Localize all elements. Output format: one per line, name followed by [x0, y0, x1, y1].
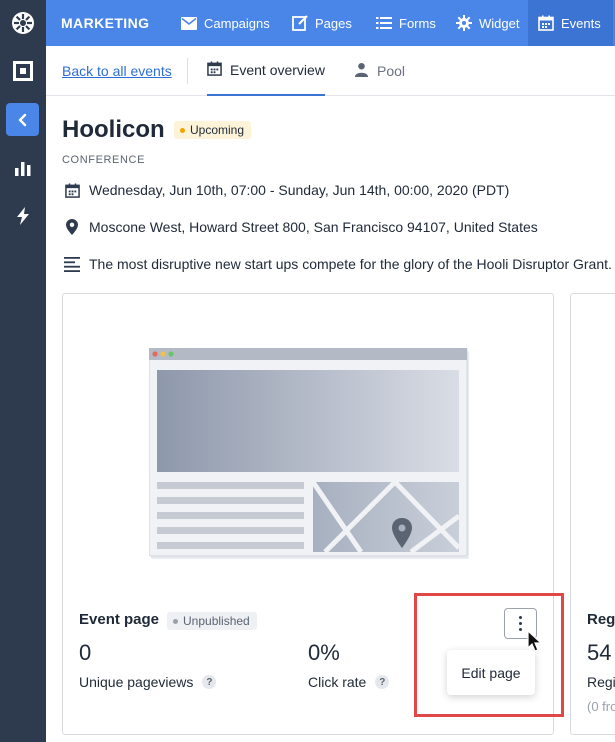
event-type-label: CONFERENCE — [62, 154, 146, 166]
subnav-divider — [187, 58, 188, 84]
sub-navigation: Back to all events Event overview Pool — [46, 46, 615, 96]
nav-campaigns[interactable]: Campaigns — [181, 0, 270, 46]
calendar-icon — [538, 15, 554, 31]
rail-dashboard-button[interactable] — [6, 54, 39, 87]
envelope-icon — [181, 15, 197, 31]
help-icon[interactable]: ? — [202, 675, 217, 689]
highlight-box — [414, 593, 564, 717]
calendar-icon — [64, 182, 80, 198]
nav-events[interactable]: Events — [528, 0, 613, 46]
registrations-title: Reg — [587, 611, 615, 628]
tab-pool[interactable]: Pool — [354, 46, 405, 96]
nav-events-label: Events — [561, 15, 601, 31]
click-rate-label: Click rate — [308, 674, 367, 690]
unique-pageviews-stat: Unique pageviews ? — [79, 674, 217, 690]
rail-back-button[interactable] — [6, 103, 39, 136]
unique-pageviews-label: Unique pageviews — [79, 674, 194, 690]
person-icon — [354, 62, 369, 80]
status-dot-icon — [180, 127, 185, 133]
event-location-row: Moscone West, Howard Street 800, San Fra… — [64, 219, 538, 235]
nav-forms-label: Forms — [399, 15, 436, 31]
nav-pages-label: Pages — [315, 15, 352, 31]
status-badge-unpublished: Unpublished — [167, 612, 257, 630]
brand-label: MARKETING — [61, 15, 150, 31]
left-rail — [0, 0, 46, 742]
registrations-card: Reg 54 Regi (0 fro — [570, 293, 615, 735]
click-rate-value: 0% — [308, 640, 340, 665]
event-date-row: Wednesday, Jun 10th, 07:00 - Sunday, Jun… — [64, 182, 509, 198]
web-page-illustration — [149, 348, 469, 559]
square-frame-icon — [12, 60, 33, 81]
calendar-icon — [207, 61, 222, 79]
registrations-value: 54 — [587, 640, 612, 665]
chevron-left-icon — [18, 113, 26, 126]
nav-forms[interactable]: Forms — [376, 0, 436, 46]
tab-pool-label: Pool — [377, 63, 406, 79]
rail-automation-button[interactable] — [6, 199, 39, 232]
list-icon — [376, 15, 392, 31]
status-dot-icon — [173, 618, 178, 624]
mouse-cursor-icon — [527, 630, 543, 652]
tab-event-overview-label: Event overview — [230, 62, 325, 78]
tab-event-overview[interactable]: Event overview — [207, 46, 325, 96]
help-icon[interactable]: ? — [375, 675, 390, 689]
event-description-text: The most disruptive new start ups compet… — [89, 256, 612, 272]
status-badge-label: Upcoming — [190, 123, 245, 137]
event-description-row: The most disruptive new start ups compet… — [64, 256, 612, 272]
nav-widget[interactable]: Widget — [456, 0, 519, 46]
text-lines-icon — [64, 256, 80, 272]
registrations-subtext: (0 fro — [587, 699, 615, 714]
back-to-all-events-link[interactable]: Back to all events — [62, 63, 172, 79]
event-location-text: Moscone West, Howard Street 800, San Fra… — [89, 219, 538, 235]
click-rate-stat: Click rate ? — [308, 674, 390, 690]
map-pin-icon — [64, 219, 80, 235]
event-date-text: Wednesday, Jun 10th, 07:00 - Sunday, Jun… — [89, 182, 510, 198]
event-page-title: Event page — [79, 611, 160, 628]
status-badge-upcoming: Upcoming — [174, 121, 252, 139]
registrations-label: Regi — [587, 674, 615, 690]
unpublished-label: Unpublished — [183, 614, 250, 628]
bar-chart-icon — [14, 161, 30, 176]
unique-pageviews-value: 0 — [79, 640, 92, 665]
nav-widget-label: Widget — [479, 15, 520, 31]
event-title: Hoolicon — [62, 116, 165, 143]
lightning-icon — [16, 206, 29, 225]
top-navigation-bar: MARKETING Campaigns Pages Forms Widget E… — [46, 0, 615, 46]
rail-reports-button[interactable] — [6, 151, 39, 184]
logo-icon — [11, 11, 34, 34]
rail-logo-button[interactable] — [6, 6, 39, 39]
edit-page-icon — [292, 15, 308, 31]
nav-campaigns-label: Campaigns — [204, 15, 270, 31]
gear-icon — [456, 15, 472, 31]
nav-pages[interactable]: Pages — [292, 0, 352, 46]
